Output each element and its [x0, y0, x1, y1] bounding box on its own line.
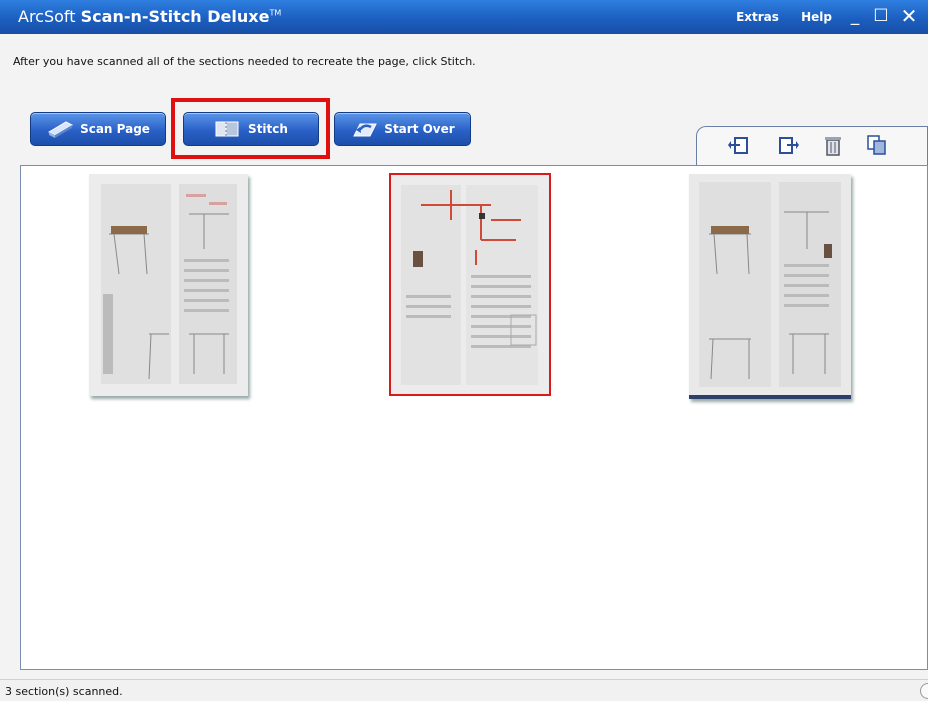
menu-extras[interactable]: Extras — [736, 10, 779, 24]
title-bar: ArcSoft Scan-n-Stitch DeluxeTM Extras He… — [0, 0, 928, 34]
minimize-button[interactable]: _ — [844, 6, 866, 26]
start-over-label: Start Over — [384, 122, 455, 136]
status-bar: 3 section(s) scanned. — [0, 679, 928, 701]
status-text: 3 section(s) scanned. — [5, 685, 123, 698]
scan-page-button[interactable]: Scan Page — [30, 112, 166, 146]
scan-thumbnail-3-image — [689, 174, 851, 395]
menu-bar: Extras Help — [718, 10, 832, 24]
scan-thumbnail-3[interactable] — [689, 174, 851, 399]
resize-grip[interactable] — [920, 683, 928, 699]
copy-icon[interactable] — [866, 134, 888, 156]
scan-thumbnail-1[interactable] — [89, 174, 248, 396]
scan-thumbnail-2[interactable] — [389, 173, 551, 396]
start-over-icon — [353, 123, 378, 137]
menu-help[interactable]: Help — [801, 10, 832, 24]
app-title: ArcSoft Scan-n-Stitch DeluxeTM — [18, 7, 281, 26]
scan-page-label: Scan Page — [80, 122, 150, 136]
maximize-button[interactable]: ☐ — [870, 6, 892, 26]
stitch-highlight-box — [171, 98, 330, 159]
close-button[interactable]: ✕ — [898, 6, 920, 26]
trademark-mark: TM — [269, 8, 282, 18]
scan-thumbnail-1-image — [89, 174, 248, 396]
app-title-prefix: ArcSoft — [18, 7, 76, 26]
app-title-main: Scan-n-Stitch Deluxe — [80, 7, 270, 26]
instruction-text: After you have scanned all of the sectio… — [13, 55, 476, 68]
start-over-button[interactable]: Start Over — [334, 112, 471, 146]
trash-icon[interactable] — [822, 134, 844, 156]
rotate-left-icon[interactable] — [728, 134, 750, 156]
rotate-right-icon[interactable] — [777, 134, 799, 156]
scanner-icon — [48, 121, 74, 138]
scan-thumbnail-2-image — [391, 175, 549, 394]
